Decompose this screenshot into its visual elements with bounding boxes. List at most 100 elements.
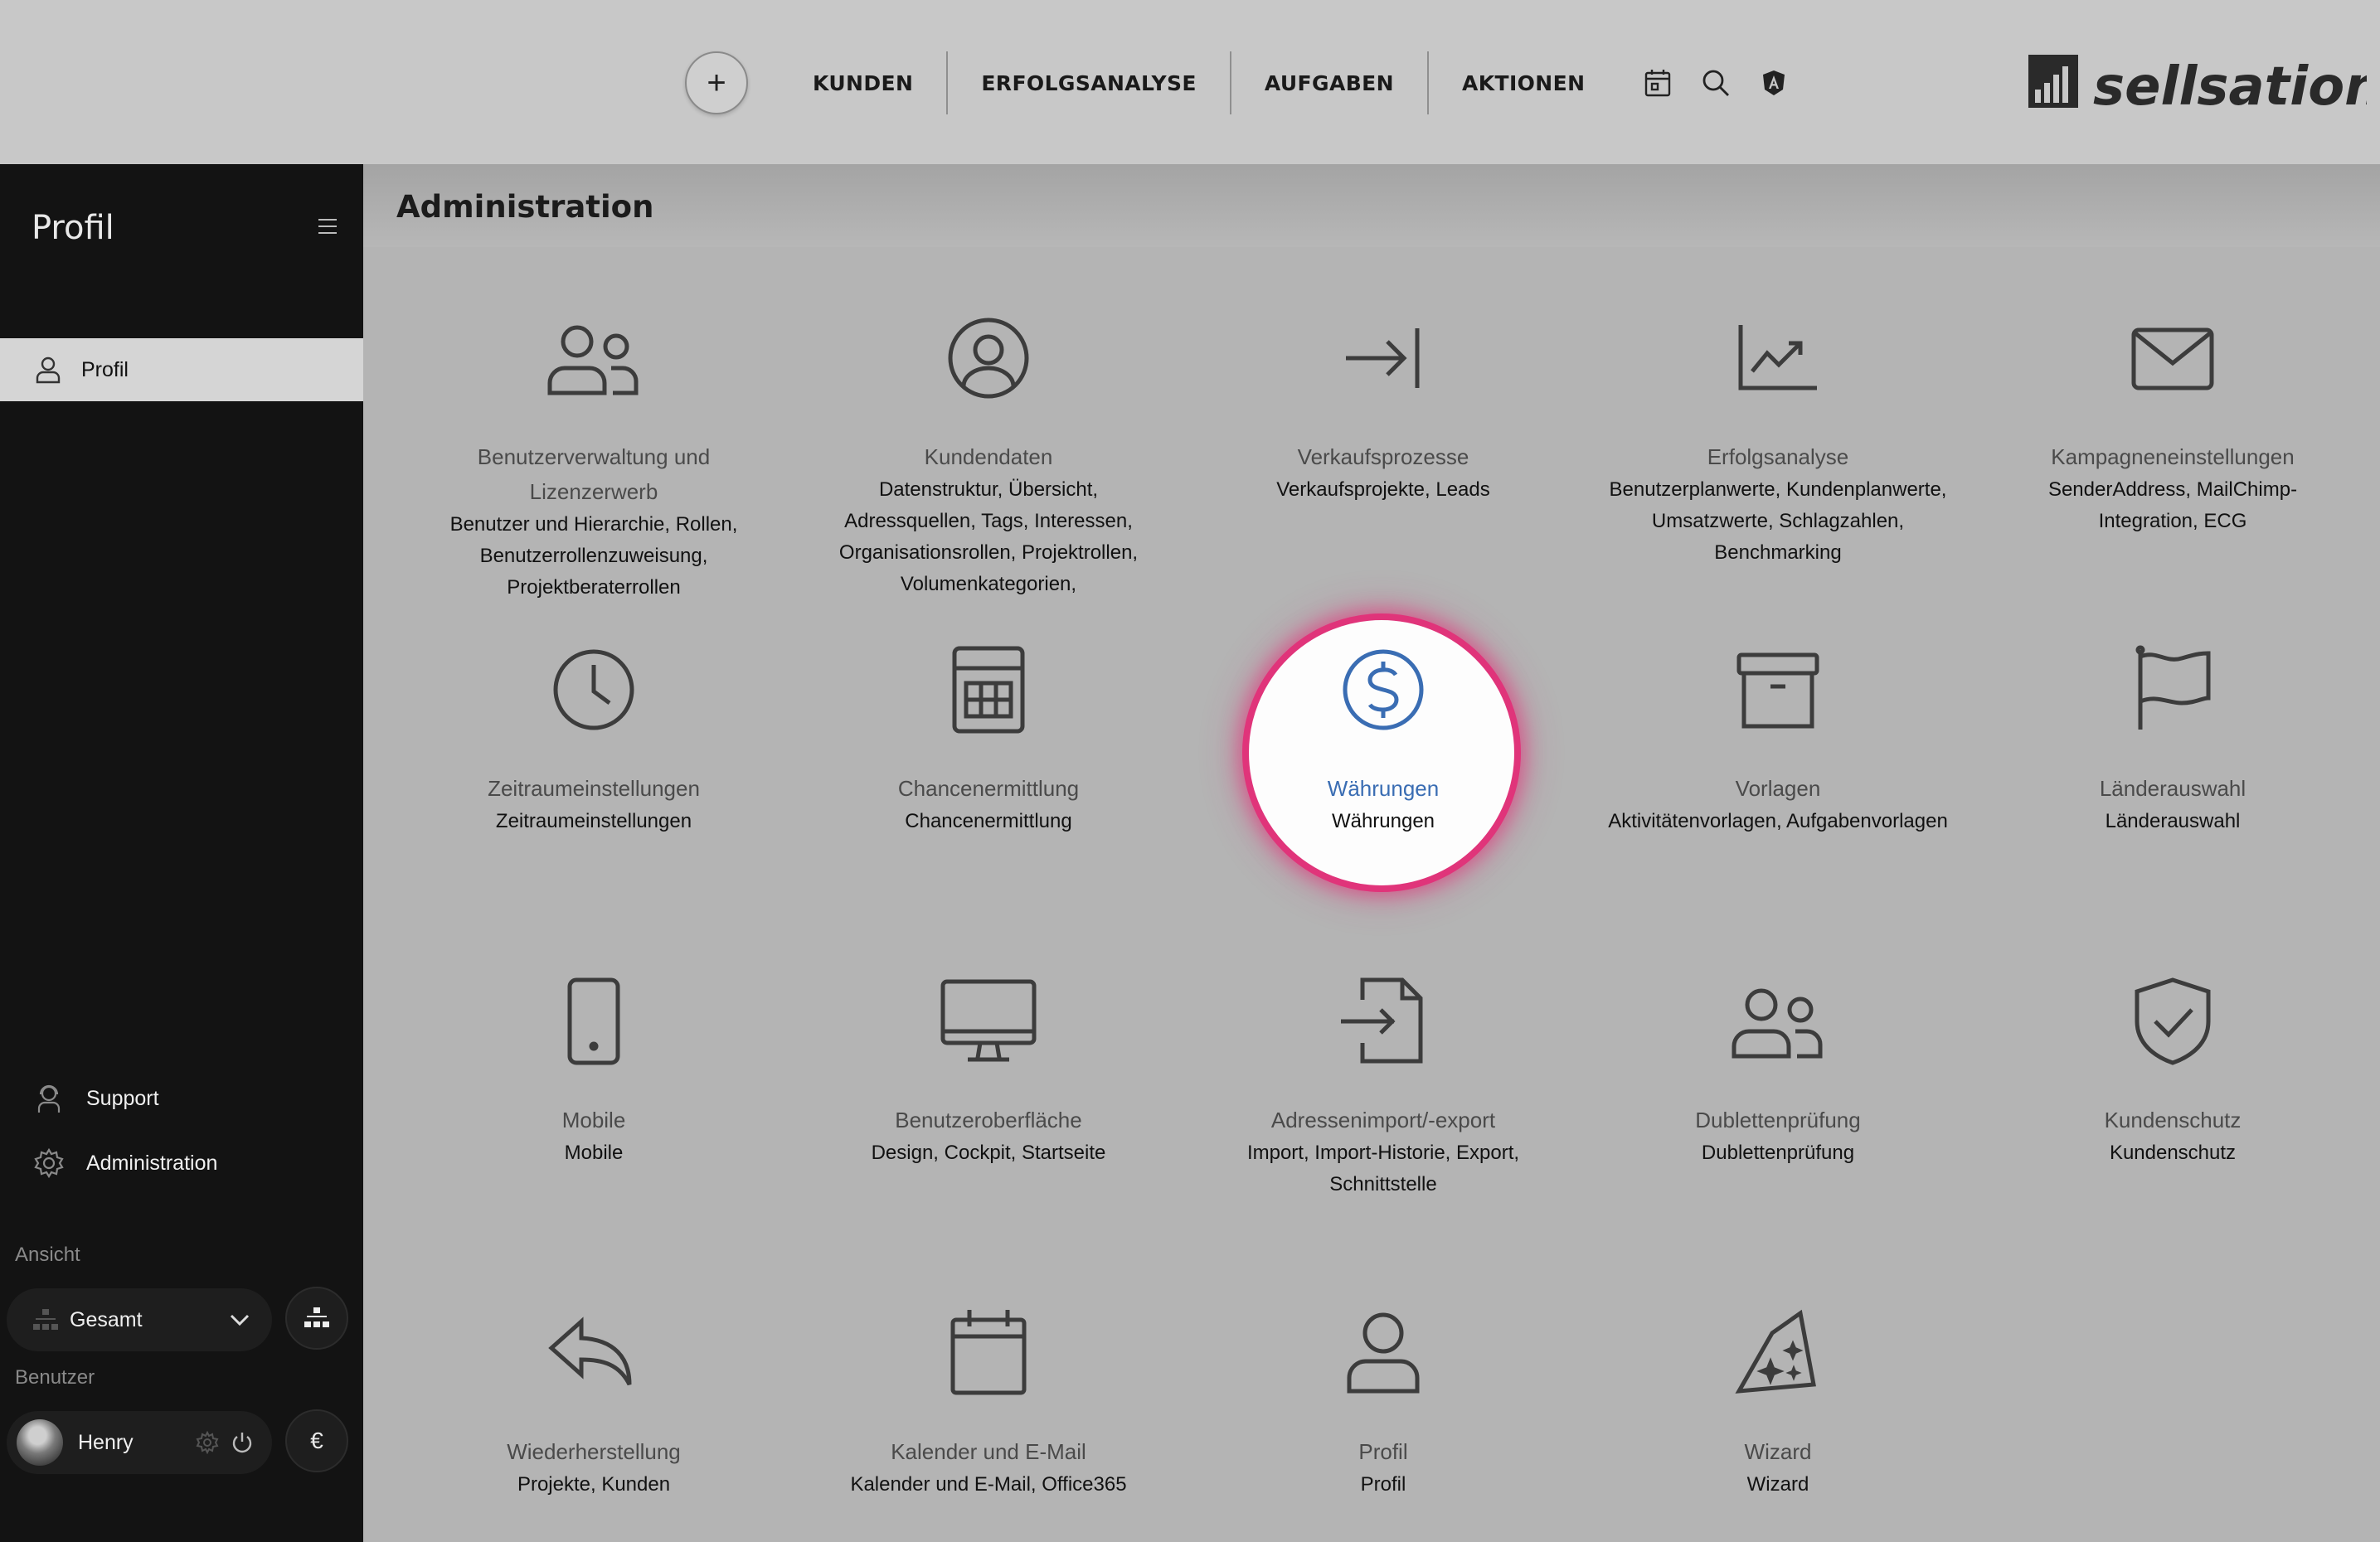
avatar	[17, 1419, 63, 1466]
tile-title: Vorlagen	[1735, 776, 1821, 801]
archive-box-icon	[1736, 652, 1819, 729]
tile-title: Kalender und E-Mail	[891, 1439, 1086, 1464]
monitor-icon	[940, 979, 1037, 1062]
sidebar-title: Profil	[32, 209, 114, 247]
tile-title: Erfolgsanalyse	[1707, 444, 1849, 469]
view-section-label: Ansicht	[15, 1244, 80, 1266]
tile-title: Kampagneneinstellungen	[2051, 444, 2295, 469]
user-section-label: Benutzer	[15, 1366, 95, 1389]
tile-title: Verkaufsprozesse	[1297, 444, 1469, 469]
tile-desc: Mobile	[564, 1142, 624, 1164]
tile-desc: Länderauswahl	[2105, 810, 2241, 832]
gear-icon	[34, 1147, 64, 1179]
sidebar-item-label: Profil	[81, 357, 129, 381]
currency-button[interactable]: €	[285, 1409, 348, 1472]
tile-erfolgsanalyse[interactable]: Erfolgsanalyse Benutzerplanwerte, Kunden…	[1604, 307, 1952, 569]
clock-icon	[553, 649, 634, 730]
tile-title: Wiederherstellung	[507, 1439, 681, 1464]
tile-title: Wizard	[1744, 1439, 1812, 1464]
tile-title: Benutzerverwaltung und Lizenzerwerb	[477, 444, 711, 504]
users-duplicate-icon	[1732, 988, 1823, 1059]
tile-vorlagen[interactable]: Vorlagen Aktivitätenvorlagen, Aufgabenvo…	[1604, 638, 1952, 837]
tile-wizard[interactable]: Wizard Wizard	[1604, 1302, 1952, 1501]
tile-wiederherstellung[interactable]: Wiederherstellung Projekte, Kunden	[420, 1302, 768, 1501]
calendar-nav-icon[interactable]	[1639, 65, 1676, 101]
calendar-icon	[950, 1310, 1027, 1395]
org-chart-icon	[304, 1307, 329, 1327]
add-button[interactable]: +	[685, 51, 748, 114]
org-chart-button[interactable]	[285, 1287, 348, 1350]
tile-desc: Chancenermittlung	[905, 810, 1072, 832]
tile-kampagneneinstellungen[interactable]: Kampagneneinstellungen SenderAddress, Ma…	[1999, 307, 2347, 537]
tile-kalender[interactable]: Kalender und E-Mail Kalender und E-Mail,…	[814, 1302, 1163, 1501]
search-icon[interactable]	[1698, 65, 1734, 101]
tile-desc: Aktivitätenvorlagen, Aufgabenvorlagen	[1608, 810, 1948, 832]
tile-title: Adressenimport/-export	[1270, 1108, 1496, 1132]
tile-desc: Dublettenprüfung	[1701, 1142, 1855, 1164]
tile-desc: Benutzerplanwerte, Kundenplanwerte, Umsa…	[1609, 478, 1947, 564]
angular-icon[interactable]	[1756, 65, 1792, 101]
nav-aktionen[interactable]: AKTIONEN	[1429, 51, 1618, 114]
tile-desc: Verkaufsprojekte, Leads	[1276, 478, 1490, 501]
chevron-down-icon	[230, 1314, 250, 1326]
tile-chancenermittlung[interactable]: Chancenermittlung Chancenermittlung	[814, 638, 1163, 837]
calculator-icon	[952, 646, 1025, 734]
tile-desc: SenderAddress, MailChimp-Integration, EC…	[2047, 478, 2298, 532]
tile-title: Kundenschutz	[2104, 1108, 2242, 1132]
tile-desc: Benutzer und Hierarchie, Rollen, Benutze…	[449, 513, 738, 599]
tile-waehrungen[interactable]: Währungen Währungen	[1209, 638, 1557, 837]
tile-title: Dublettenprüfung	[1695, 1108, 1861, 1132]
tile-kundenschutz[interactable]: Kundenschutz Kundenschutz	[1999, 970, 2347, 1169]
tile-verkaufsprozesse[interactable]: Verkaufsprozesse Verkaufsprojekte, Leads	[1209, 307, 1557, 506]
hamburger-icon[interactable]	[315, 214, 340, 239]
tile-kundendaten[interactable]: Kundendaten Datenstruktur, Übersicht, Ad…	[814, 307, 1163, 600]
user-circle-icon	[948, 318, 1029, 399]
tile-title: Länderauswahl	[2099, 776, 2246, 801]
page-title: Administration	[396, 189, 654, 225]
sidebar-item-support[interactable]: Support	[33, 1083, 159, 1114]
flag-icon	[2135, 645, 2211, 730]
hierarchy-icon	[33, 1309, 58, 1330]
tile-desc: Projekte, Kunden	[517, 1473, 671, 1496]
wizard-hat-icon	[1735, 1309, 1816, 1394]
user-pill[interactable]: Henry	[7, 1411, 272, 1474]
tile-title: Währungen	[1327, 776, 1440, 801]
tile-zeitraumeinstellungen[interactable]: Zeitraumeinstellungen Zeitraumeinstellun…	[420, 638, 768, 837]
settings-icon[interactable]	[196, 1431, 219, 1454]
envelope-icon	[2131, 327, 2214, 390]
tile-title: Profil	[1358, 1439, 1408, 1464]
nav-kunden[interactable]: KUNDEN	[780, 51, 946, 114]
tile-title: Benutzeroberfläche	[895, 1108, 1082, 1132]
tile-title: Mobile	[561, 1108, 626, 1132]
tile-adressenimport[interactable]: Adressenimport/-export Import, Import-Hi…	[1209, 970, 1557, 1200]
sidebar-item-profil[interactable]: Profil	[0, 338, 363, 401]
sidebar-link-label: Administration	[86, 1151, 218, 1175]
tile-laenderauswahl[interactable]: Länderauswahl Länderauswahl	[1999, 638, 2347, 837]
dollar-icon	[1343, 649, 1424, 730]
tile-mobile[interactable]: Mobile Mobile	[420, 970, 768, 1169]
user-icon	[36, 356, 61, 384]
user-icon	[1347, 1312, 1420, 1394]
svg-text:sellsation: sellsation	[2093, 56, 2367, 113]
undo-arrow-icon	[548, 1317, 632, 1386]
headset-icon	[37, 1084, 61, 1113]
tile-benutzerverwaltung[interactable]: Benutzerverwaltung und Lizenzerwerb Benu…	[420, 307, 768, 604]
sidebar-item-administration[interactable]: Administration	[33, 1147, 217, 1179]
tile-benutzeroberflaeche[interactable]: Benutzeroberfläche Design, Cockpit, Star…	[814, 970, 1163, 1169]
tile-dublettenpruefung[interactable]: Dublettenprüfung Dublettenprüfung	[1604, 970, 1952, 1169]
tile-title: Zeitraumeinstellungen	[488, 776, 700, 801]
power-icon[interactable]	[231, 1431, 254, 1454]
nav-aufgaben[interactable]: AUFGABEN	[1231, 51, 1427, 114]
file-import-icon	[1341, 977, 1423, 1064]
view-select[interactable]: Gesamt	[7, 1288, 272, 1351]
page-header: Administration	[363, 164, 2380, 247]
sellsation-logo: sellsation	[2027, 50, 2380, 118]
tile-desc: Kundenschutz	[2109, 1142, 2237, 1164]
plus-icon: +	[707, 64, 726, 101]
nav-erfolgsanalyse[interactable]: ERFOLGSANALYSE	[948, 51, 1230, 114]
tile-desc: Zeitraumeinstellungen	[495, 810, 692, 832]
tile-desc: Import, Import-Historie, Export, Schnitt…	[1246, 1142, 1520, 1195]
tile-profil[interactable]: Profil Profil	[1209, 1302, 1557, 1501]
users-icon	[547, 325, 639, 395]
tile-desc: Kalender und E-Mail, Office365	[850, 1473, 1127, 1496]
